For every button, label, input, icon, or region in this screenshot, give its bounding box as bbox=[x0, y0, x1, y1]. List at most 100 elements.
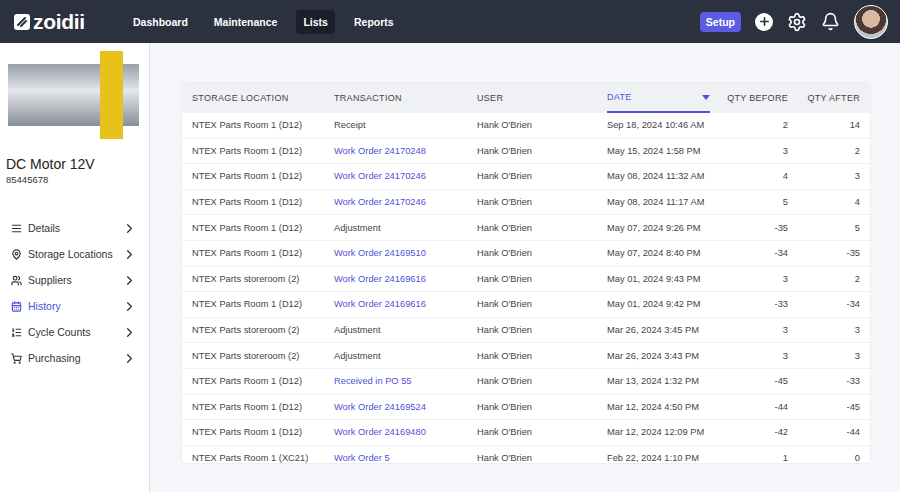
qty-after-cell: 5 bbox=[798, 223, 870, 233]
top-bar: zoidiiDashboard Maintenance Lists Reports Se… bbox=[0, 0, 900, 43]
table-row: NTEX Parts Room 1 (D12)ReceiptHank O'Bri… bbox=[182, 113, 870, 139]
qty-after-cell: 3 bbox=[798, 351, 870, 361]
nav-item[interactable]: Reports bbox=[347, 10, 401, 34]
column-header[interactable]: TRANSACTION bbox=[324, 83, 467, 113]
column-header[interactable]: USER bbox=[467, 83, 597, 113]
qty-after-cell: 2 bbox=[798, 274, 870, 284]
sidebar-item[interactable]: Storage Locations bbox=[0, 241, 149, 267]
location-cell: NTEX Parts Room 1 (D12) bbox=[182, 171, 324, 181]
location-cell: NTEX Parts Room 1 (D12) bbox=[182, 299, 324, 309]
location-cell: NTEX Parts storeroom (2) bbox=[182, 325, 324, 335]
qty-before-cell: -33 bbox=[719, 299, 798, 309]
qty-before-cell: 3 bbox=[719, 274, 798, 284]
main: STORAGE LOCATIONTRANSACTIONUSER DATE QTY B… bbox=[150, 43, 900, 492]
transaction-link[interactable]: Work Order 24170248 bbox=[324, 146, 467, 156]
add-icon[interactable] bbox=[755, 13, 773, 31]
logo[interactable]: zoidii bbox=[14, 10, 122, 34]
user-cell: Hank O'Brien bbox=[467, 197, 597, 207]
chevron-right-icon bbox=[122, 273, 137, 288]
table-row: NTEX Parts Room 1 (D12)Work Order 241695… bbox=[182, 241, 870, 267]
transaction-cell: Adjustment bbox=[324, 325, 467, 335]
transaction-link[interactable]: Work Order 24169524 bbox=[324, 402, 467, 412]
transaction-link[interactable]: Work Order 24169616 bbox=[324, 274, 467, 284]
date-cell: May 01, 2024 9:43 PM bbox=[597, 274, 719, 284]
column-header[interactable]: QTY AFTER bbox=[798, 83, 870, 113]
body: DC Motor 12V85445678DetailsStorage Locat… bbox=[0, 43, 900, 492]
user-cell: Hank O'Brien bbox=[467, 146, 597, 156]
user-cell: Hank O'Brien bbox=[467, 299, 597, 309]
location-cell: NTEX Parts Room 1 (D12) bbox=[182, 427, 324, 437]
location-cell: NTEX Parts Room 1 (D12) bbox=[182, 402, 324, 412]
date-cell: May 01, 2024 9:42 PM bbox=[597, 299, 719, 309]
location-cell: NTEX Parts Room 1 (XC21) bbox=[182, 453, 324, 463]
nav-item[interactable]: Dashboard bbox=[126, 10, 195, 34]
history-icon bbox=[11, 301, 22, 312]
user-cell: Hank O'Brien bbox=[467, 402, 597, 412]
table-row: NTEX Parts Room 1 (D12)Work Order 241702… bbox=[182, 139, 870, 165]
user-cell: Hank O'Brien bbox=[467, 376, 597, 386]
qty-after-cell: 2 bbox=[798, 146, 870, 156]
location-cell: NTEX Parts storeroom (2) bbox=[182, 351, 324, 361]
chevron-right-icon bbox=[122, 221, 137, 236]
qty-after-cell: -45 bbox=[798, 402, 870, 412]
date-cell: Mar 26, 2024 3:45 PM bbox=[597, 325, 719, 335]
qty-before-cell: 5 bbox=[719, 197, 798, 207]
user-cell: Hank O'Brien bbox=[467, 325, 597, 335]
table-row: NTEX Parts Room 1 (D12)Work Order 241694… bbox=[182, 420, 870, 446]
chevron-right-icon bbox=[122, 325, 137, 340]
nav-item[interactable]: Maintenance bbox=[207, 10, 285, 34]
main-nav: Dashboard Maintenance Lists Reports bbox=[126, 10, 700, 34]
bell-icon[interactable] bbox=[821, 12, 840, 31]
transaction-link[interactable]: Work Order 24169616 bbox=[324, 299, 467, 309]
qty-after-cell: -44 bbox=[798, 427, 870, 437]
sidebar-item[interactable]: Cycle Counts bbox=[0, 319, 149, 345]
transaction-link[interactable]: Work Order 5 bbox=[324, 453, 467, 463]
qty-before-cell: 1 bbox=[719, 453, 798, 463]
transaction-link[interactable]: Work Order 24169480 bbox=[324, 427, 467, 437]
transaction-cell: Adjustment bbox=[324, 223, 467, 233]
qty-before-cell: -35 bbox=[719, 223, 798, 233]
table-row: NTEX Parts Room 1 (D12)Work Order 241702… bbox=[182, 190, 870, 216]
qty-after-cell: 3 bbox=[798, 171, 870, 181]
date-cell: Mar 26, 2024 3:43 PM bbox=[597, 351, 719, 361]
qty-after-cell: 3 bbox=[798, 325, 870, 335]
column-header[interactable]: STORAGE LOCATION bbox=[182, 83, 324, 113]
table-row: NTEX Parts Room 1 (D12)AdjustmentHank O'… bbox=[182, 215, 870, 241]
user-cell: Hank O'Brien bbox=[467, 274, 597, 284]
sidebar-item[interactable]: Purchasing bbox=[0, 345, 149, 371]
qty-before-cell: -34 bbox=[719, 248, 798, 258]
transaction-link[interactable]: Work Order 24170246 bbox=[324, 171, 467, 181]
user-cell: Hank O'Brien bbox=[467, 453, 597, 463]
qty-before-cell: 3 bbox=[719, 146, 798, 156]
sidebar-item[interactable]: Suppliers bbox=[0, 267, 149, 293]
sidebar-item-label: Suppliers bbox=[28, 274, 116, 286]
transaction-link[interactable]: Received in PO 55 bbox=[324, 376, 467, 386]
column-header[interactable]: DATE bbox=[597, 83, 719, 113]
location-cell: NTEX Parts Room 1 (D12) bbox=[182, 248, 324, 258]
table-header: STORAGE LOCATIONTRANSACTIONUSER DATE QTY B… bbox=[182, 83, 870, 113]
transaction-link[interactable]: Work Order 24170246 bbox=[324, 197, 467, 207]
history-table: STORAGE LOCATIONTRANSACTIONUSER DATE QTY B… bbox=[182, 83, 870, 463]
location-cell: NTEX Parts Room 1 (D12) bbox=[182, 376, 324, 386]
table-row: NTEX Parts storeroom (2)AdjustmentHank O… bbox=[182, 343, 870, 369]
sidebar-item[interactable]: Details bbox=[0, 215, 149, 241]
column-header[interactable]: QTY BEFORE bbox=[719, 83, 798, 113]
user-cell: Hank O'Brien bbox=[467, 351, 597, 361]
sidebar-item[interactable]: History bbox=[0, 293, 149, 319]
transaction-cell: Receipt bbox=[324, 120, 467, 130]
chevron-right-icon bbox=[122, 351, 137, 366]
sidebar-menu: Details Storage Locations Suppliers History… bbox=[0, 215, 149, 371]
nav-item[interactable]: Lists bbox=[296, 10, 335, 34]
gear-icon[interactable] bbox=[787, 12, 807, 32]
user-avatar[interactable] bbox=[854, 5, 888, 39]
sorted-column-label: DATE bbox=[607, 83, 710, 113]
user-cell: Hank O'Brien bbox=[467, 120, 597, 130]
setup-button[interactable]: Setup bbox=[700, 12, 741, 32]
details-icon bbox=[11, 223, 22, 234]
qty-after-cell: -34 bbox=[798, 299, 870, 309]
product-image bbox=[8, 51, 139, 139]
qty-before-cell: 3 bbox=[719, 325, 798, 335]
transaction-link[interactable]: Work Order 24169510 bbox=[324, 248, 467, 258]
sidebar-item-label: Cycle Counts bbox=[28, 326, 116, 338]
sidebar-item-label: Storage Locations bbox=[28, 248, 116, 260]
